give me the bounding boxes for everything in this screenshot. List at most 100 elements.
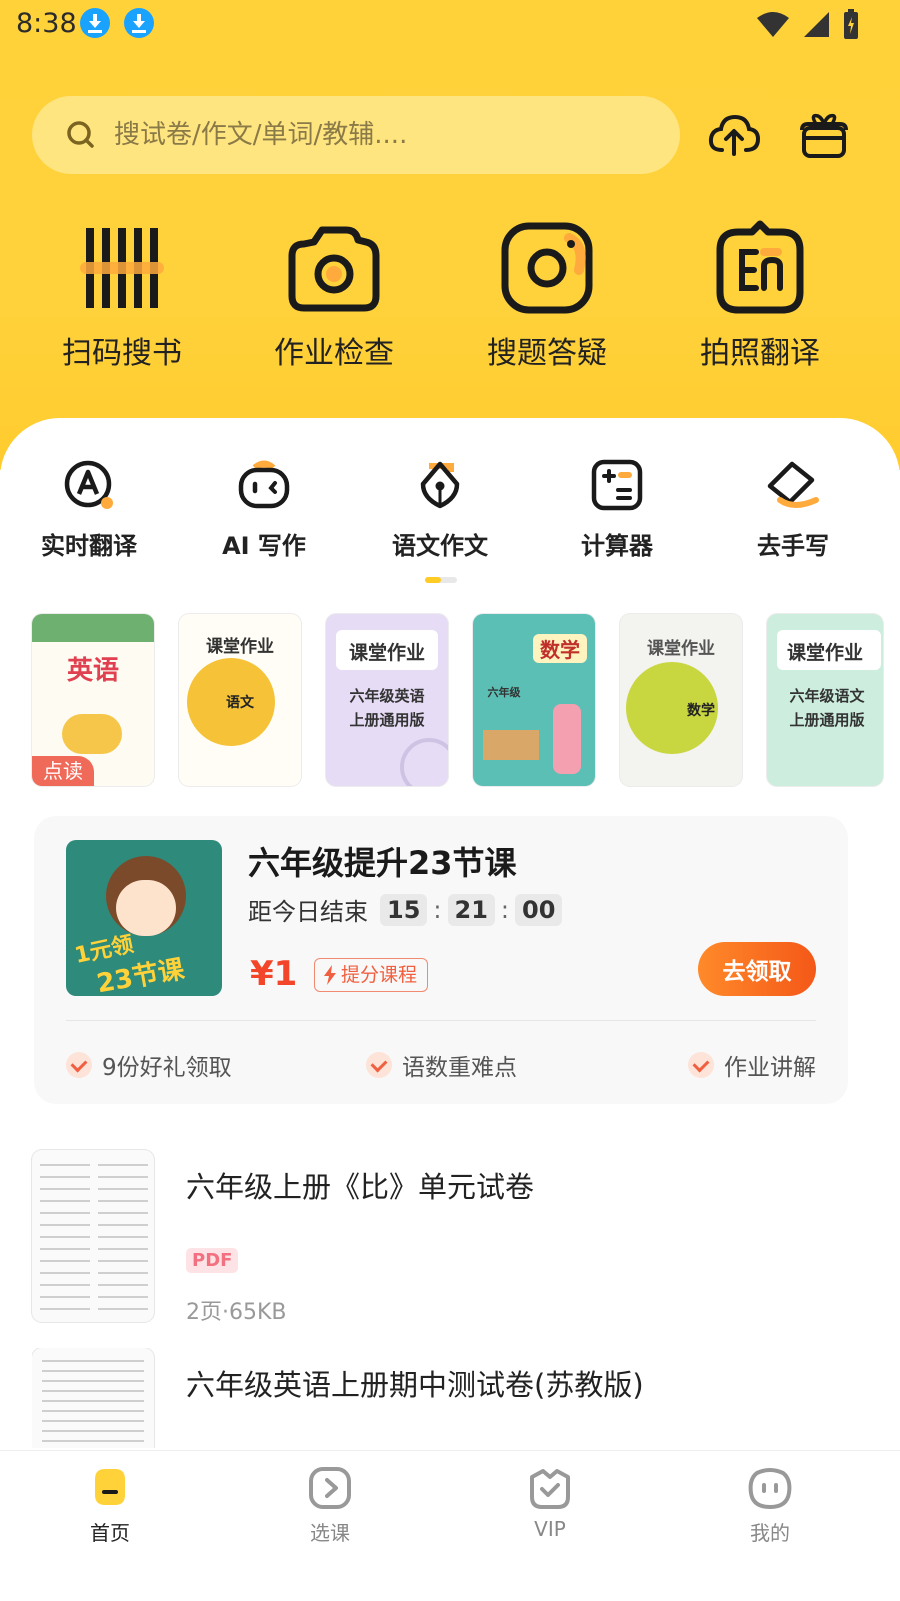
home-icon	[95, 1469, 125, 1505]
countdown-minutes: 21	[447, 893, 495, 926]
course-title: 六年级提升23节课	[248, 844, 517, 882]
book-cover[interactable]: 数学 六年级	[473, 614, 595, 786]
book-title: 英语	[66, 656, 119, 686]
check-icon	[688, 1052, 714, 1078]
download-icon	[124, 8, 154, 38]
book-title: 课堂作业	[206, 637, 274, 657]
nav-label: 选课	[310, 1521, 350, 1545]
tool-label: 实时翻译	[41, 532, 137, 560]
book-title: 课堂作业	[348, 642, 425, 664]
status-time: 8:38	[16, 8, 77, 39]
tool-label: AI 写作	[222, 532, 306, 560]
tool-calculator[interactable]: 计算器	[532, 458, 702, 561]
tool-scan-book[interactable]: 扫码搜书	[22, 220, 222, 372]
tool-label: 语文作文	[392, 532, 488, 560]
nav-label: VIP	[534, 1517, 566, 1541]
book-cover[interactable]: 课堂作业 语文	[179, 614, 301, 786]
book-cover[interactable]: 课堂作业 六年级英语 上册通用版	[326, 614, 448, 786]
read-aloud-badge: 点读	[32, 756, 94, 786]
document-thumbnail	[32, 1150, 154, 1322]
course-promo-card[interactable]: 1元领 23节课 六年级提升23节课 距今日结束 15 : 21 : 00 ¥1…	[34, 816, 848, 1104]
document-title: 六年级英语上册期中测试卷(苏教版)	[186, 1368, 644, 1402]
tool-label: 去手写	[757, 532, 829, 560]
download-icon	[80, 8, 110, 38]
countdown-hours: 15	[380, 893, 428, 926]
book-subtitle: 语文	[226, 695, 254, 711]
tool-label: 拍照翻译	[700, 336, 820, 371]
search-bar[interactable]	[32, 96, 680, 174]
lightning-icon	[324, 965, 336, 985]
pdf-badge: PDF	[186, 1248, 239, 1273]
book-cover[interactable]: 英语 点读	[32, 614, 154, 786]
document-item[interactable]: 六年级上册《比》单元试卷 PDF 2页·65KB	[32, 1150, 868, 1325]
page-indicator	[425, 577, 457, 583]
translate-camera-icon	[716, 220, 804, 314]
nav-courses[interactable]: 选课	[270, 1465, 390, 1546]
ai-robot-icon	[238, 460, 290, 509]
book-title: 课堂作业	[786, 642, 863, 664]
book-title: 数学	[533, 634, 587, 663]
book-subtitle: 数学	[687, 703, 715, 719]
tool-remove-handwriting[interactable]: 去手写	[708, 458, 878, 561]
profile-face-icon	[748, 1468, 792, 1510]
upload-cloud-icon[interactable]	[706, 108, 762, 164]
vip-crown-icon	[530, 1469, 570, 1509]
tool-photo-translate[interactable]: 拍照翻译	[660, 220, 860, 372]
document-item[interactable]: 六年级英语上册期中测试卷(苏教版)	[32, 1348, 868, 1448]
search-icon	[67, 121, 94, 148]
book-subtitle: 六年级语文 上册通用版	[789, 687, 865, 729]
tool-label: 计算器	[581, 532, 653, 560]
status-bar: 8:38	[0, 0, 900, 48]
nav-label: 我的	[750, 1521, 790, 1545]
book-subtitle: 六年级	[487, 686, 521, 699]
gift-icon[interactable]	[796, 108, 852, 164]
course-thumbnail: 1元领 23节课	[66, 840, 222, 996]
search-camera-icon	[501, 222, 593, 314]
countdown-label: 距今日结束	[248, 898, 368, 926]
tool-realtime-translate[interactable]: 实时翻译	[4, 458, 174, 561]
tool-label: 搜题答疑	[487, 336, 607, 371]
benefit-label: 语数重难点	[402, 1055, 517, 1081]
book-cover[interactable]: 课堂作业 数学	[620, 614, 742, 786]
book-cover[interactable]: 课堂作业 六年级语文 上册通用版	[767, 614, 883, 786]
play-icon	[309, 1467, 351, 1509]
wifi-icon	[757, 12, 789, 37]
pen-nib-icon	[420, 461, 460, 509]
tool-ai-writing[interactable]: AI 写作	[179, 458, 349, 561]
bottom-nav: 首页 选课 VIP 我的	[0, 1450, 900, 1601]
search-input[interactable]	[112, 119, 656, 151]
check-icon	[66, 1052, 92, 1078]
benefit-item: 语数重难点	[366, 1048, 517, 1082]
eraser-icon	[767, 461, 819, 508]
check-icon	[366, 1052, 392, 1078]
benefit-item: 作业讲解	[688, 1048, 816, 1082]
benefit-label: 作业讲解	[724, 1055, 816, 1081]
tool-label: 扫码搜书	[62, 336, 182, 371]
nav-profile[interactable]: 我的	[710, 1465, 830, 1546]
course-tag-label: 提分课程	[341, 964, 418, 986]
tool-homework-check[interactable]: 作业检查	[234, 220, 434, 372]
nav-home[interactable]: 首页	[50, 1465, 170, 1546]
document-thumbnail	[32, 1348, 154, 1448]
camera-icon	[288, 226, 380, 312]
tool-search-answer[interactable]: 搜题答疑	[447, 220, 647, 372]
translate-icon	[64, 460, 113, 509]
divider	[66, 1020, 816, 1021]
benefit-item: 9份好礼领取	[66, 1048, 232, 1082]
benefit-label: 9份好礼领取	[102, 1055, 232, 1081]
course-price: ¥1	[250, 954, 298, 994]
barcode-icon	[80, 228, 164, 308]
tool-label: 作业检查	[274, 336, 394, 371]
claim-button[interactable]: 去领取	[698, 942, 816, 996]
book-title: 课堂作业	[647, 639, 715, 659]
course-tag: 提分课程	[314, 958, 429, 992]
tool-chinese-essay[interactable]: 语文作文	[355, 458, 525, 561]
document-meta: 2页·65KB	[186, 1300, 287, 1325]
battery-icon	[844, 9, 858, 39]
countdown-seconds: 00	[515, 893, 563, 926]
book-subtitle: 六年级英语 上册通用版	[349, 687, 425, 729]
calculator-icon	[591, 459, 643, 511]
document-title: 六年级上册《比》单元试卷	[186, 1170, 535, 1204]
nav-vip[interactable]: VIP	[490, 1465, 610, 1541]
signal-icon	[804, 12, 829, 37]
